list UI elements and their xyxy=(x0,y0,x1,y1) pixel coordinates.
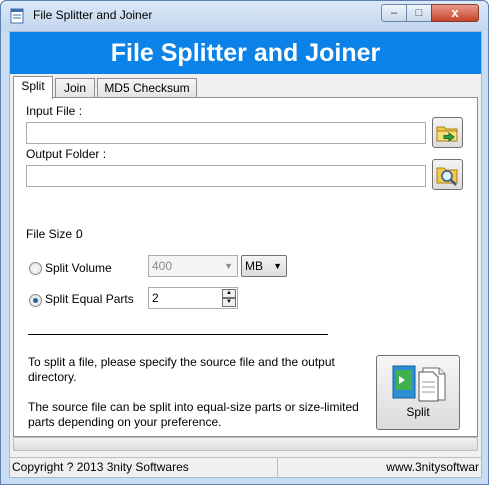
minimize-icon: – xyxy=(390,7,398,19)
close-icon: x xyxy=(451,5,459,20)
split-equal-radio[interactable] xyxy=(29,294,42,307)
chevron-down-icon: ▼ xyxy=(224,261,233,271)
output-folder-label: Output Folder : xyxy=(26,147,107,161)
volume-combo[interactable]: 400 ▼ xyxy=(148,255,238,277)
parts-stepper-buttons: ▲ ▼ xyxy=(222,289,236,307)
input-file-label: Input File : xyxy=(26,104,83,118)
split-panel: Input File : Output Folder : File Size : xyxy=(13,97,478,454)
stepper-up-icon[interactable]: ▲ xyxy=(222,289,236,298)
tab-join[interactable]: Join xyxy=(55,78,95,98)
client-area: File Splitter and Joiner Split Join MD5 … xyxy=(9,31,482,478)
help-line-2: directory. xyxy=(28,370,77,384)
folder-search-icon xyxy=(436,167,458,186)
split-button-label: Split xyxy=(406,405,430,419)
volume-value: 400 xyxy=(152,259,173,273)
split-volume-radio[interactable] xyxy=(29,262,42,275)
main-window: File Splitter and Joiner – □ x File Spli… xyxy=(0,0,489,485)
minimize-button[interactable]: – xyxy=(381,4,407,22)
chevron-down-icon: ▼ xyxy=(273,261,282,271)
browse-input-button[interactable] xyxy=(432,117,463,148)
unit-combo[interactable]: MB ▼ xyxy=(241,255,287,277)
help-line-4: parts depending on your preference. xyxy=(28,415,222,429)
unit-value: MB xyxy=(245,259,263,273)
output-folder-field[interactable] xyxy=(26,165,426,187)
split-volume-label[interactable]: Split Volume xyxy=(45,261,112,275)
title-bar[interactable]: File Splitter and Joiner – □ x xyxy=(1,1,488,31)
help-line-3: The source file can be split into equal-… xyxy=(28,400,359,414)
close-button[interactable]: x xyxy=(431,4,479,22)
file-size-value: 0 xyxy=(76,227,83,241)
website-link[interactable]: www.3nitysoftwar xyxy=(278,458,481,478)
copyright-text: Copyright ? 2013 3nity Softwares xyxy=(10,458,278,478)
help-line-1: To split a file, please specify the sour… xyxy=(28,355,335,369)
status-bar: Copyright ? 2013 3nity Softwares www.3ni… xyxy=(10,457,481,478)
input-file-field[interactable] xyxy=(26,122,426,144)
parts-value: 2 xyxy=(152,291,159,305)
split-document-icon xyxy=(392,365,446,402)
file-size-label: File Size : xyxy=(26,227,79,241)
tab-split[interactable]: Split xyxy=(13,76,53,99)
progress-bar xyxy=(13,437,478,451)
folder-open-icon xyxy=(436,126,458,143)
split-equal-label[interactable]: Split Equal Parts xyxy=(45,292,134,306)
maximize-button[interactable]: □ xyxy=(406,4,432,22)
app-icon xyxy=(10,8,24,24)
split-button[interactable]: Split xyxy=(376,355,460,430)
app-banner: File Splitter and Joiner xyxy=(10,32,481,74)
tab-md5-checksum[interactable]: MD5 Checksum xyxy=(97,78,197,98)
parts-stepper[interactable]: 2 ▲ ▼ xyxy=(148,287,238,309)
stepper-down-icon[interactable]: ▼ xyxy=(222,298,236,307)
maximize-icon: □ xyxy=(415,7,423,19)
window-title: File Splitter and Joiner xyxy=(33,8,153,22)
browse-output-button[interactable] xyxy=(432,159,463,190)
divider xyxy=(28,334,328,335)
